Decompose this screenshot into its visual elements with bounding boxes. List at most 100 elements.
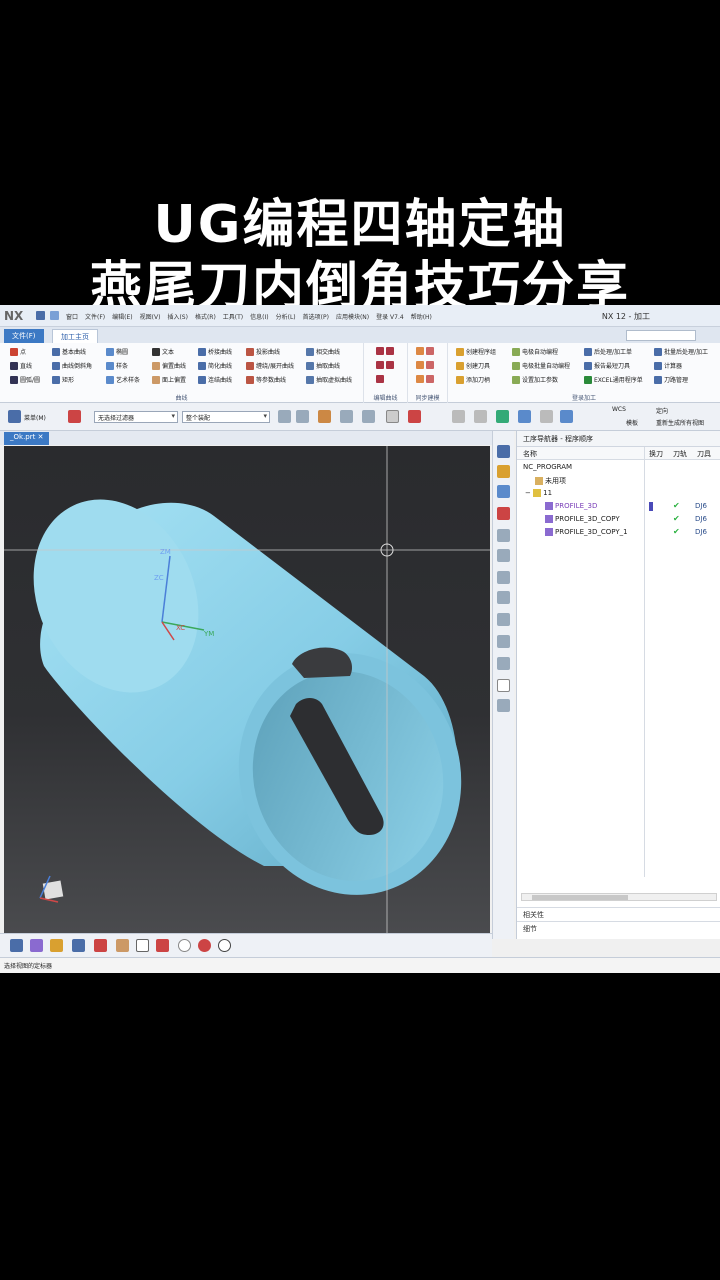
- snap-icon-1[interactable]: [278, 410, 291, 423]
- view-icon-3[interactable]: [540, 410, 553, 423]
- add-holder-button[interactable]: 添加刀柄: [456, 375, 490, 384]
- studio-spline-button[interactable]: 艺术样条: [106, 375, 140, 384]
- dependencies-section[interactable]: 相关性: [517, 907, 720, 920]
- flag-icon[interactable]: [156, 939, 169, 952]
- part-file-tab[interactable]: _Ok.prt ✕: [4, 432, 50, 445]
- curve-chamfer-button[interactable]: 曲线倒斜角: [52, 361, 92, 370]
- ellipse-button[interactable]: 椭圆: [106, 347, 128, 356]
- axis-icon[interactable]: [116, 939, 129, 952]
- output-icon[interactable]: [72, 939, 85, 952]
- toolpath-manager-button[interactable]: 刀路管理: [654, 375, 688, 384]
- rectangle-button[interactable]: 矩形: [52, 375, 74, 384]
- edit-curve-tool-3[interactable]: [376, 375, 384, 383]
- bridge-curve-button[interactable]: 桥接曲线: [198, 347, 232, 356]
- scrollbar-thumb[interactable]: [532, 895, 628, 900]
- details-section[interactable]: 细节: [517, 921, 720, 934]
- history-icon[interactable]: [497, 591, 510, 604]
- verify-icon[interactable]: [30, 939, 43, 952]
- spline-button[interactable]: 样条: [106, 361, 128, 370]
- extract-virtual-curve-button[interactable]: 抽取虚拟曲线: [306, 375, 352, 384]
- snap-icon-3[interactable]: [318, 410, 331, 423]
- snap-icon-7[interactable]: [408, 410, 421, 423]
- hexagon-icon[interactable]: [178, 939, 191, 952]
- col-tool[interactable]: 刀具: [697, 449, 711, 459]
- circle-icon[interactable]: [218, 939, 231, 952]
- menu-analysis[interactable]: 分析(L): [276, 312, 296, 321]
- model-label[interactable]: 模板: [626, 418, 638, 427]
- cube-icon[interactable]: [94, 939, 107, 952]
- isoparametric-curve-button[interactable]: 等参数曲线: [246, 375, 286, 384]
- web-browser-icon[interactable]: [497, 571, 510, 584]
- reuse-library-icon[interactable]: [497, 529, 510, 542]
- project-curve-button[interactable]: 投影曲线: [246, 347, 280, 356]
- basic-curve-button[interactable]: 基本曲线: [52, 347, 86, 356]
- system-scene-icon[interactable]: [497, 657, 510, 670]
- shortest-tool-button[interactable]: 报告最短刀具: [584, 361, 630, 370]
- machining-params-button[interactable]: 设置加工参数: [512, 375, 558, 384]
- tree-row-unused[interactable]: 未用项: [517, 474, 720, 487]
- electrode-batch-button[interactable]: 电极批量自动编程: [512, 361, 570, 370]
- tree-row-profile-3d-copy[interactable]: PROFILE_3D_COPY ✔ DJ6: [517, 513, 720, 526]
- navigator-horizontal-scrollbar[interactable]: [521, 893, 717, 901]
- create-program-button[interactable]: 创建程序组: [456, 347, 496, 356]
- electrode-auto-button[interactable]: 电极自动编程: [512, 347, 558, 356]
- operation-navigator-icon[interactable]: [497, 445, 510, 458]
- menu-insert[interactable]: 插入(S): [167, 312, 188, 321]
- select-icon[interactable]: [68, 410, 81, 423]
- join-curve-button[interactable]: 连结曲线: [198, 375, 232, 384]
- point-button[interactable]: 点: [10, 347, 26, 356]
- window-icon[interactable]: [50, 311, 59, 320]
- text-button[interactable]: 文本: [152, 347, 174, 356]
- menu-file[interactable]: 文件(F): [85, 312, 105, 321]
- edit-curve-tool-1[interactable]: [376, 347, 394, 355]
- snap-icon-4[interactable]: [340, 410, 353, 423]
- edit-curve-tool-2[interactable]: [376, 361, 394, 369]
- menu-button-label[interactable]: 菜单(M): [24, 413, 46, 422]
- edit-icon[interactable]: [518, 410, 531, 423]
- offset-in-face-button[interactable]: 面上偏置: [152, 375, 186, 384]
- wrap-curve-button[interactable]: 缠绕/展开曲线: [246, 361, 294, 370]
- tree-row-nc-program[interactable]: NC_PROGRAM: [517, 461, 720, 474]
- tree-row-profile-3d[interactable]: PROFILE_3D ✔ DJ6: [517, 500, 720, 513]
- refresh-icon[interactable]: [496, 410, 509, 423]
- snap-icon-5[interactable]: [362, 410, 375, 423]
- extract-curve-button[interactable]: 抽取曲线: [306, 361, 340, 370]
- excel-sheet-button[interactable]: EXCEL通用程序单: [584, 375, 643, 384]
- sync-tool-2[interactable]: [416, 361, 434, 369]
- palette-icon[interactable]: [497, 613, 510, 626]
- graphics-viewport[interactable]: ZM ZC YM XC: [4, 446, 490, 933]
- menu-window[interactable]: 窗口: [66, 312, 78, 321]
- extra-tool-icon[interactable]: [497, 699, 510, 712]
- menu-login[interactable]: 登录 V7.4: [376, 312, 404, 321]
- machine-tool-icon[interactable]: [497, 465, 510, 478]
- sync-tool-3[interactable]: [416, 375, 434, 383]
- menu-info[interactable]: 信息(I): [250, 312, 268, 321]
- menu-format[interactable]: 格式(R): [195, 312, 216, 321]
- menu-preferences[interactable]: 首选项(P): [303, 312, 329, 321]
- layer-icon[interactable]: [560, 410, 573, 423]
- regenerate-views-label[interactable]: 重新生成所有视图: [656, 418, 704, 427]
- part-navigator-icon[interactable]: [497, 507, 510, 520]
- tab-file[interactable]: 文件(F): [4, 329, 44, 343]
- square-icon[interactable]: [136, 939, 149, 952]
- assembly-navigator-icon[interactable]: [497, 485, 510, 498]
- orient-label[interactable]: 定向: [656, 406, 668, 415]
- calculator-button[interactable]: 计算器: [654, 361, 682, 370]
- col-name[interactable]: 名称: [523, 449, 537, 459]
- line-button[interactable]: 直线: [10, 361, 32, 370]
- col-toolpath[interactable]: 刀轨: [673, 449, 687, 459]
- snap-icon-6[interactable]: [386, 410, 399, 423]
- batch-postprocess-button[interactable]: 批量后处理/加工: [654, 347, 708, 356]
- view-icon-1[interactable]: [452, 410, 465, 423]
- col-tool-change[interactable]: 换刀: [649, 449, 663, 459]
- simulate-icon[interactable]: [50, 939, 63, 952]
- intersect-curve-button[interactable]: 相交曲线: [306, 347, 340, 356]
- collapse-toggle-icon[interactable]: −: [525, 489, 531, 497]
- offset-curve-button[interactable]: 偏置曲线: [152, 361, 186, 370]
- create-tool-button[interactable]: 创建刀具: [456, 361, 490, 370]
- tree-row-group-11[interactable]: − 11: [517, 487, 720, 500]
- selection-filter-dropdown[interactable]: 无选择过滤器: [94, 411, 178, 423]
- generate-icon[interactable]: [10, 939, 23, 952]
- view-icon-2[interactable]: [474, 410, 487, 423]
- tab-machining-home[interactable]: 加工主页: [52, 329, 98, 343]
